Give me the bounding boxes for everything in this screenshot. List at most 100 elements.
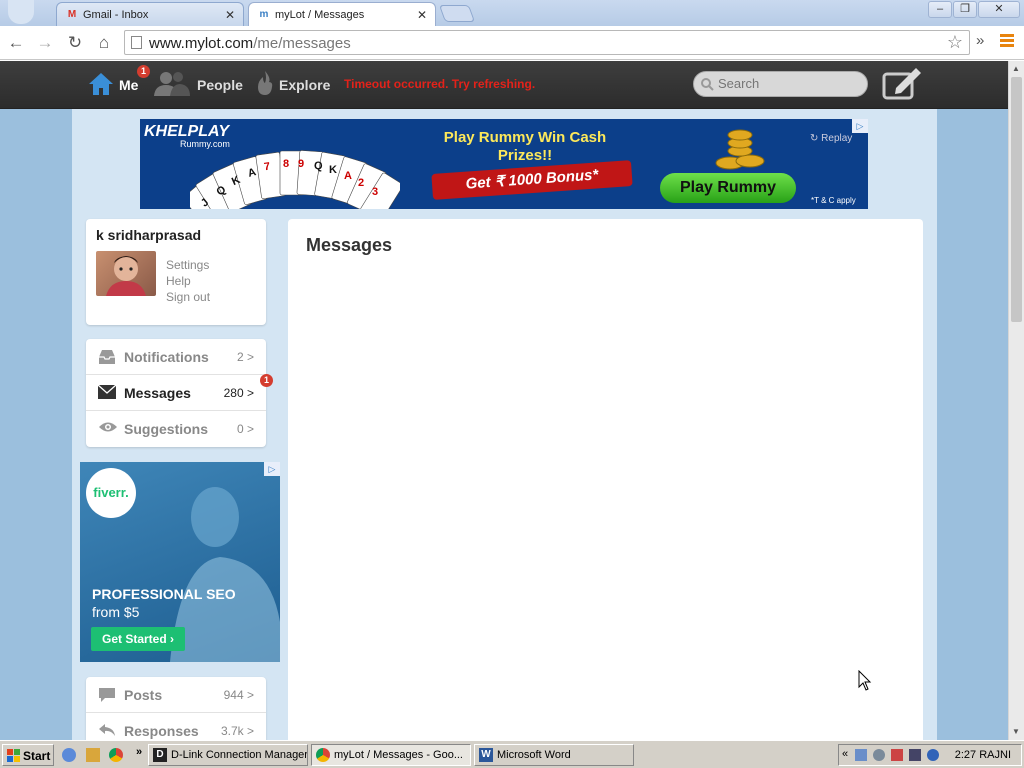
fiverr-side-ad[interactable]: fiverr. PROFESSIONAL SEO from $5 Get Sta… (80, 462, 280, 662)
inbox-icon (99, 350, 115, 364)
minimize-button[interactable]: – (928, 1, 952, 18)
adchoices-icon[interactable]: ▷ (852, 119, 868, 133)
windows-taskbar: Start » D D-Link Connection Manager myLo… (0, 740, 1024, 768)
sign-out-link[interactable]: Sign out (166, 289, 210, 305)
settings-link[interactable]: Settings (166, 257, 210, 273)
bonus-ribbon: Get ₹ 1000 Bonus* (431, 160, 633, 200)
chevron-right-icon: › (170, 632, 175, 646)
close-tab-icon[interactable]: ✕ (225, 8, 235, 22)
url-domain: www.mylot.com (149, 35, 254, 52)
adchoices-icon[interactable]: ▷ (264, 462, 280, 476)
fiverr-logo: fiverr. (86, 468, 136, 518)
tab-gmail[interactable]: M Gmail - Inbox ✕ (56, 2, 244, 26)
chrome-user-icon[interactable] (8, 0, 34, 24)
taskbar-chrome-mylot[interactable]: myLot / Messages - Goo... (311, 744, 471, 766)
sidebar-item-messages[interactable]: Messages 280 > (86, 375, 266, 411)
help-link[interactable]: Help (166, 273, 210, 289)
flame-icon (258, 71, 273, 95)
profile-links: Settings Help Sign out (166, 257, 210, 305)
activity-nav-card: Notifications 2 > Messages 280 > Suggest… (86, 339, 273, 447)
clock: 2:27 RAJNI (954, 749, 1011, 761)
quicklaunch-browser-icon[interactable] (62, 748, 76, 762)
scrollbar-thumb[interactable] (1011, 77, 1022, 322)
compose-pencil-icon (882, 68, 921, 100)
timeout-error-message: Timeout occurred. Try refreshing. (344, 77, 536, 91)
quicklaunch-chrome-icon[interactable] (109, 748, 123, 762)
tray-security-icon[interactable] (891, 749, 903, 761)
mouse-cursor-icon (858, 670, 872, 691)
home-icon (89, 73, 113, 95)
forward-button[interactable]: → (34, 32, 56, 54)
ad-headline: Play Rummy Win Cash Prizes!! (443, 129, 607, 164)
compose-button[interactable] (882, 66, 922, 103)
profile-name[interactable]: k sridharprasad (96, 227, 201, 243)
envelope-icon (98, 385, 116, 399)
page-icon (131, 36, 142, 49)
terms-note: *T & C apply (811, 196, 856, 205)
site-header: Me 1 People Explore Timeout occurred. Tr… (0, 61, 1008, 109)
quicklaunch-overflow-icon[interactable]: » (136, 746, 142, 758)
reload-button[interactable]: ↻ (64, 32, 86, 54)
mylot-page: Me 1 People Explore Timeout occurred. Tr… (0, 61, 1008, 740)
reply-icon (99, 724, 115, 736)
chrome-icon (316, 748, 330, 762)
eye-icon (99, 422, 117, 432)
gmail-icon: M (67, 9, 77, 20)
dlink-icon: D (153, 748, 167, 762)
sidebar-item-notifications[interactable]: Notifications 2 > (86, 339, 266, 375)
tray-messenger-icon[interactable] (873, 749, 885, 761)
browser-toolbar: ← → ↻ ⌂ www.mylot.com/me/messages ☆ » (0, 26, 1024, 60)
chrome-menu-icon[interactable] (1000, 34, 1014, 48)
windows-logo-icon (7, 749, 20, 762)
sidebar-item-suggestions[interactable]: Suggestions 0 > (86, 411, 266, 447)
avatar[interactable] (96, 251, 156, 296)
address-bar[interactable]: www.mylot.com/me/messages ☆ (124, 30, 970, 55)
extensions-chevron-icon[interactable]: » (976, 32, 984, 49)
taskbar-word[interactable]: W Microsoft Word (474, 744, 634, 766)
tray-expand-icon[interactable]: « (842, 748, 848, 760)
search-input[interactable] (718, 76, 858, 91)
browser-tab-strip: M Gmail - Inbox ✕ m myLot / Messages ✕ –… (0, 0, 1024, 26)
chevron-right-icon: > (246, 350, 254, 364)
tray-connection-icon[interactable] (909, 749, 921, 761)
scroll-down-arrow-icon[interactable]: ▼ (1012, 727, 1020, 736)
messages-count: 280 (223, 386, 244, 400)
replay-button[interactable]: ↻ Replay (810, 133, 852, 144)
responses-count: 3.7k (220, 724, 244, 738)
home-button[interactable]: ⌂ (93, 32, 115, 54)
system-tray: « 2:27 RAJNI (838, 744, 1022, 766)
word-icon: W (479, 748, 493, 762)
play-rummy-button[interactable]: Play Rummy (660, 173, 796, 203)
sidebar-item-responses[interactable]: Responses 3.7k > (86, 713, 266, 740)
new-tab-button[interactable] (438, 5, 476, 22)
site-search[interactable] (693, 71, 868, 97)
replay-icon: ↻ (810, 133, 822, 144)
people-icon (154, 72, 190, 96)
chevron-right-icon: > (246, 724, 254, 738)
start-button[interactable]: Start (2, 744, 54, 766)
close-tab-icon[interactable]: ✕ (417, 8, 427, 22)
notifications-count: 2 (236, 350, 244, 364)
tray-shield-icon[interactable] (927, 749, 939, 761)
search-icon (701, 78, 714, 91)
chevron-right-icon: > (246, 688, 254, 702)
get-started-button[interactable]: Get Started › (91, 627, 185, 651)
sidebar-item-posts[interactable]: Posts 944 > (86, 677, 266, 713)
card-ranks: J Q K A 7 8 9 Q K A 2 3 (198, 158, 379, 209)
bookmark-star-icon[interactable]: ☆ (947, 32, 963, 53)
vertical-scrollbar[interactable]: ▲ ▼ (1008, 61, 1024, 740)
close-window-button[interactable]: ✕ (978, 1, 1020, 18)
scroll-up-arrow-icon[interactable]: ▲ (1012, 64, 1020, 73)
gold-coins-icon (710, 123, 770, 173)
chevron-right-icon: > (246, 386, 254, 400)
mylot-icon: m (259, 9, 269, 20)
khelplay-banner-ad[interactable]: KHELPLAY Rummy.com J Q K A 7 8 9 Q K A 2… (140, 119, 868, 209)
back-button[interactable]: ← (5, 32, 27, 54)
quicklaunch-folder-icon[interactable] (86, 748, 100, 762)
content-column: KHELPLAY Rummy.com J Q K A 7 8 9 Q K A 2… (72, 109, 937, 740)
tab-mylot-messages[interactable]: m myLot / Messages ✕ (248, 2, 436, 26)
screen: { "browser": { "tabs": [ {"label": "Gmai… (0, 0, 1024, 768)
restore-button[interactable]: ❐ (953, 1, 977, 18)
taskbar-dlink[interactable]: D D-Link Connection Manager (148, 744, 308, 766)
tray-network-icon[interactable] (855, 749, 867, 761)
